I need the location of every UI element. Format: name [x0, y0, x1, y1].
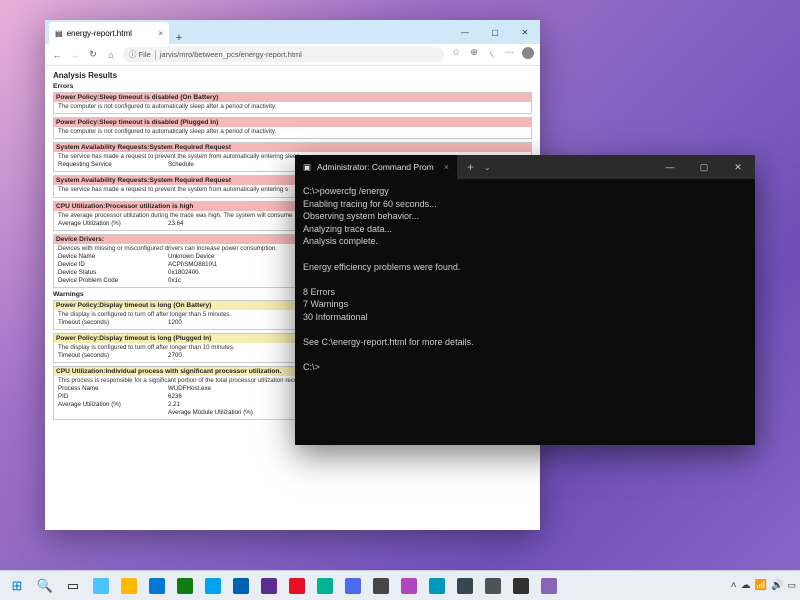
terminal-tab-active[interactable]: ▣ Administrator: Command Prom ×	[295, 155, 457, 179]
terminal-tab-close-icon[interactable]: ×	[444, 162, 449, 172]
page-icon: ▤	[55, 29, 63, 38]
tab-title: energy-report.html	[67, 29, 132, 38]
nav-home-icon[interactable]: ⌂	[105, 50, 117, 60]
app-icon	[177, 578, 193, 594]
taskbar-app[interactable]	[340, 573, 366, 599]
taskbar-app[interactable]	[172, 573, 198, 599]
card-heading: Power Policy:Sleep timeout is disabled (…	[54, 118, 531, 127]
taskbar-app[interactable]	[396, 573, 422, 599]
app-icon	[149, 578, 165, 594]
app-icon	[233, 578, 249, 594]
taskbar-app[interactable]	[312, 573, 338, 599]
url-info-icon: ⓘ File	[129, 49, 151, 60]
app-icon	[373, 578, 389, 594]
terminal-window: ▣ Administrator: Command Prom × + ⌄ — ▢ …	[295, 155, 755, 445]
favorites-icon[interactable]: ☆	[450, 47, 462, 62]
terminal-maximize-button[interactable]: ▢	[687, 155, 721, 179]
errors-heading: Errors	[53, 83, 532, 90]
taskbar-app[interactable]	[200, 573, 226, 599]
search-button[interactable]: 🔍	[32, 573, 58, 599]
card-heading: Power Policy:Sleep timeout is disabled (…	[54, 93, 531, 102]
app-icon	[457, 578, 473, 594]
browser-toolbar: ← → ↻ ⌂ ⓘ File jarvis/mro/between_pcs/en…	[45, 44, 540, 66]
app-icon	[429, 578, 445, 594]
new-tab-button[interactable]: +	[169, 32, 189, 44]
taskbar-app[interactable]	[228, 573, 254, 599]
nav-back-icon[interactable]: ←	[51, 50, 63, 60]
taskbar-app[interactable]	[368, 573, 394, 599]
taskbar-app[interactable]	[452, 573, 478, 599]
menu-icon[interactable]: ⋯	[504, 47, 516, 62]
terminal-output[interactable]: C:\>powercfg /energy Enabling tracing fo…	[295, 179, 755, 445]
profile-avatar[interactable]	[522, 47, 534, 59]
address-bar[interactable]: ⓘ File jarvis/mro/between_pcs/energy-rep…	[123, 47, 444, 62]
card-description: The computer is not configured to automa…	[58, 128, 527, 135]
nav-forward-icon: →	[69, 50, 81, 60]
url-text: jarvis/mro/between_pcs/energy-report.htm…	[160, 50, 302, 59]
terminal-minimize-button[interactable]: —	[653, 155, 687, 179]
window-maximize-button[interactable]: ▢	[480, 20, 510, 44]
card-description: The computer is not configured to automa…	[58, 103, 527, 110]
notification-center-button[interactable]: ▭	[787, 580, 796, 591]
app-icon	[261, 578, 277, 594]
taskbar-app[interactable]	[284, 573, 310, 599]
cmd-icon: ▣	[303, 162, 311, 173]
browser-tab-active[interactable]: ▤ energy-report.html ×	[49, 22, 169, 44]
search-icon: 🔍	[37, 578, 53, 594]
browser-titlebar[interactable]: ▤ energy-report.html × + — ▢ ✕	[45, 20, 540, 44]
terminal-titlebar[interactable]: ▣ Administrator: Command Prom × + ⌄ — ▢ …	[295, 155, 755, 179]
nav-reload-icon[interactable]: ↻	[87, 49, 99, 60]
app-icon	[121, 578, 137, 594]
task-view-button[interactable]: ▭	[60, 573, 86, 599]
terminal-dropdown-icon[interactable]: ⌄	[484, 163, 491, 172]
taskbar: ⊞ 🔍 ▭ ˄ ☁ 📶 🔊 ▭	[0, 570, 800, 600]
error-card: Power Policy:Sleep timeout is disabled (…	[53, 92, 532, 114]
task-view-icon: ▭	[67, 578, 79, 594]
taskbar-app[interactable]	[116, 573, 142, 599]
terminal-close-button[interactable]: ✕	[721, 155, 755, 179]
tray-chevron-icon[interactable]: ˄	[731, 580, 737, 591]
window-close-button[interactable]: ✕	[510, 20, 540, 44]
app-icon	[541, 578, 557, 594]
error-card: Power Policy:Sleep timeout is disabled (…	[53, 117, 532, 139]
taskbar-app[interactable]	[480, 573, 506, 599]
start-icon: ⊞	[12, 578, 23, 594]
taskbar-app[interactable]	[508, 573, 534, 599]
app-icon	[401, 578, 417, 594]
tray-network-icon[interactable]: 📶	[755, 580, 767, 591]
window-minimize-button[interactable]: —	[450, 20, 480, 44]
page-title: Analysis Results	[53, 71, 532, 80]
app-icon	[513, 578, 529, 594]
app-icon	[205, 578, 221, 594]
app-icon	[289, 578, 305, 594]
app-icon	[345, 578, 361, 594]
share-icon[interactable]: ৻	[486, 47, 498, 62]
terminal-new-tab-button[interactable]: +	[457, 160, 484, 174]
app-icon	[93, 578, 109, 594]
taskbar-app[interactable]	[256, 573, 282, 599]
app-icon	[485, 578, 501, 594]
taskbar-app[interactable]	[144, 573, 170, 599]
tray-onedrive-icon[interactable]: ☁	[741, 580, 751, 591]
app-icon	[317, 578, 333, 594]
tab-close-icon[interactable]: ×	[158, 29, 163, 38]
taskbar-app[interactable]	[424, 573, 450, 599]
taskbar-app[interactable]	[88, 573, 114, 599]
start-button[interactable]: ⊞	[4, 573, 30, 599]
collections-icon[interactable]: ⊕	[468, 47, 480, 62]
system-tray[interactable]: ˄ ☁ 📶 🔊 ▭	[731, 580, 796, 591]
terminal-tab-title: Administrator: Command Prom	[317, 162, 434, 172]
taskbar-app[interactable]	[536, 573, 562, 599]
tray-volume-icon[interactable]: 🔊	[771, 580, 783, 591]
card-heading: System Availability Requests:System Requ…	[54, 143, 531, 152]
